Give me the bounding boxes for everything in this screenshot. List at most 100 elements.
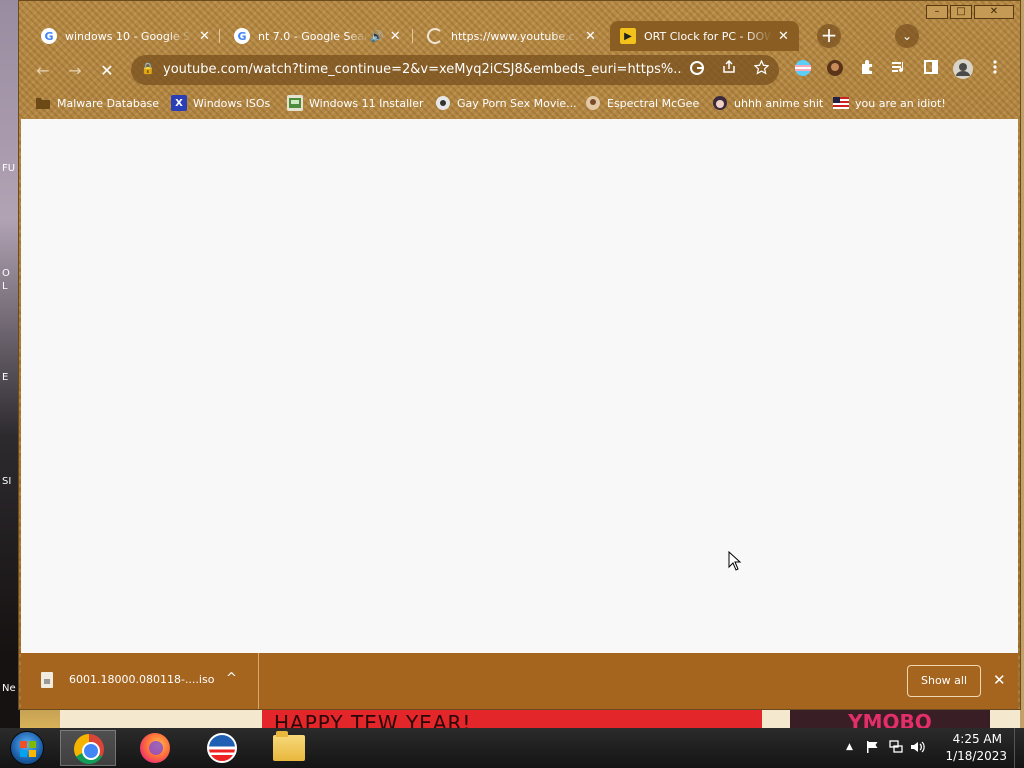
tab-strip: G windows 10 - Google Search ✕ G nt 7.0 … [27,21,987,51]
desktop-icon-label[interactable]: E [2,372,8,383]
url-text[interactable]: youtube.com/watch?time_continue=2&v=xeMy… [163,62,683,77]
taskbar-obama[interactable] [194,730,250,766]
extensions-puzzle-icon[interactable] [855,59,879,83]
bookmark-label: you are an idiot! [855,96,946,110]
tab-separator [219,29,220,43]
google-icon: G [41,28,57,44]
flag-icon [833,95,849,111]
stop-loading-button[interactable]: ✕ [95,59,119,83]
tab-nt-7-search[interactable]: G nt 7.0 - Google Search 🔊 ✕ [224,21,411,51]
close-tab-icon[interactable]: ✕ [390,29,401,44]
tab-title: ORT Clock for PC - DOWNLOAD [644,29,772,43]
show-all-downloads-button[interactable]: Show all [907,665,981,697]
clock-date[interactable]: 1/18/2023 [945,749,1007,763]
ort-icon: ▶ [620,28,636,44]
side-panel-icon[interactable] [919,59,943,83]
tab-ort-clock[interactable]: ▶ ORT Clock for PC - DOWNLOAD ✕ [610,21,799,51]
bookmark-star-icon[interactable] [751,59,771,80]
share-icon[interactable] [719,59,739,80]
taskbar-chrome[interactable] [60,730,116,766]
bookmark-espectral-mcgee[interactable]: Espectral McGee [585,91,699,115]
desktop-icon-label[interactable]: FU [2,163,15,174]
action-center-flag-icon[interactable] [866,740,880,757]
browser-window: – □ ✕ G windows 10 - Google Search ✕ G n… [18,0,1021,710]
google-lens-icon[interactable] [687,60,707,80]
bookmark-you-are-an-idiot[interactable]: you are an idiot! [833,91,946,115]
bookmark-label: Windows ISOs [193,96,271,110]
bookmark-site[interactable]: Gay Porn Sex Movie... [435,91,577,115]
mouse-cursor-icon [728,551,742,571]
installer-icon [287,95,303,111]
avatar-icon [585,95,601,111]
address-bar[interactable]: 🔒 youtube.com/watch?time_continue=2&v=xe… [131,55,779,85]
obama-logo-icon [207,733,237,763]
show-desktop-button[interactable] [1014,728,1024,768]
wallpaper-banner: HAPPY TEW YEAR! YMOBO [60,710,1020,728]
wallpaper-text: HAPPY TEW YEAR! [262,710,762,728]
media-control-icon[interactable] [887,59,911,83]
extension-flag-icon[interactable] [791,59,815,83]
file-icon [41,672,53,688]
chevron-up-icon[interactable]: ^ [226,671,237,686]
lock-icon[interactable]: 🔒 [141,62,155,75]
wallpaper-text-right: YMOBO [790,710,990,728]
download-shelf: 6001.18000.080118-....iso ^ Show all ✕ [21,653,1018,709]
desktop-icon-label[interactable]: L [2,281,8,292]
bookmark-windows-11-installer[interactable]: Windows 11 Installer [287,91,424,115]
profile-avatar-icon[interactable] [951,59,975,83]
folder-icon [273,731,305,761]
new-tab-button[interactable]: + [817,24,841,48]
show-hidden-icons-icon[interactable]: ▲ [846,742,853,752]
tab-search-button[interactable]: ⌄ [895,24,919,48]
extension-avatar-icon[interactable] [823,59,847,83]
desktop-icon-label[interactable]: O [2,268,10,279]
bookmark-label: Windows 11 Installer [309,96,424,110]
maximize-button[interactable]: □ [950,5,972,19]
x-logo-icon: X [171,95,187,111]
bookmark-windows-isos[interactable]: X Windows ISOs [171,91,270,115]
close-window-button[interactable]: ✕ [974,5,1014,19]
close-tab-icon[interactable]: ✕ [778,29,789,44]
window-controls: – □ ✕ [926,5,1014,19]
bookmark-malware-database[interactable]: Malware Database [35,91,159,115]
tab-title: https://www.youtube.com/watch [451,29,579,43]
bookmark-label: Malware Database [57,96,160,110]
minimize-button[interactable]: – [926,5,948,19]
forward-button[interactable]: → [63,59,87,83]
desktop-icon-label[interactable]: SI [2,476,11,487]
taskbar-firefox[interactable] [127,730,183,766]
bookmark-anime[interactable]: uhhh anime shit [712,91,823,115]
google-icon: G [234,28,250,44]
bookmark-label: uhhh anime shit [734,96,824,110]
tab-youtube-loading[interactable]: https://www.youtube.com/watch ✕ [417,21,606,51]
anime-icon [712,95,728,111]
bookmark-label: Gay Porn Sex Movie... [457,96,577,110]
browser-toolbar: ← → ✕ 🔒 youtube.com/watch?time_continue=… [19,53,1020,89]
menu-kebab-icon[interactable] [983,59,1007,83]
back-button[interactable]: ← [31,59,55,83]
volume-icon[interactable] [910,740,926,757]
close-tab-icon[interactable]: ✕ [199,29,210,44]
desktop-icon-label[interactable]: Ne [2,683,16,694]
folder-icon [35,95,51,111]
page-content-area[interactable] [21,119,1018,653]
chrome-icon [74,734,104,764]
audio-playing-icon[interactable]: 🔊 [370,30,384,43]
download-item[interactable]: 6001.18000.080118-....iso ^ [21,653,259,709]
network-icon[interactable] [888,740,904,757]
system-tray: ▲ 4:25 AM 1/18/2023 [834,728,1024,768]
firefox-icon [140,733,170,763]
start-button[interactable] [10,731,44,765]
taskbar-file-explorer[interactable] [261,730,317,766]
bookmark-label: Espectral McGee [607,96,700,110]
close-download-shelf-icon[interactable]: ✕ [993,671,1006,689]
loading-spinner-icon [427,28,443,44]
clock-time[interactable]: 4:25 AM [953,732,1002,746]
tab-title: nt 7.0 - Google Search [258,29,368,43]
close-tab-icon[interactable]: ✕ [585,29,596,44]
tab-separator [412,29,413,43]
site-icon [435,95,451,111]
taskbar: ▲ 4:25 AM 1/18/2023 [0,728,1024,768]
tab-windows-10-search[interactable]: G windows 10 - Google Search ✕ [31,21,220,51]
desktop-wallpaper-left [0,0,20,728]
